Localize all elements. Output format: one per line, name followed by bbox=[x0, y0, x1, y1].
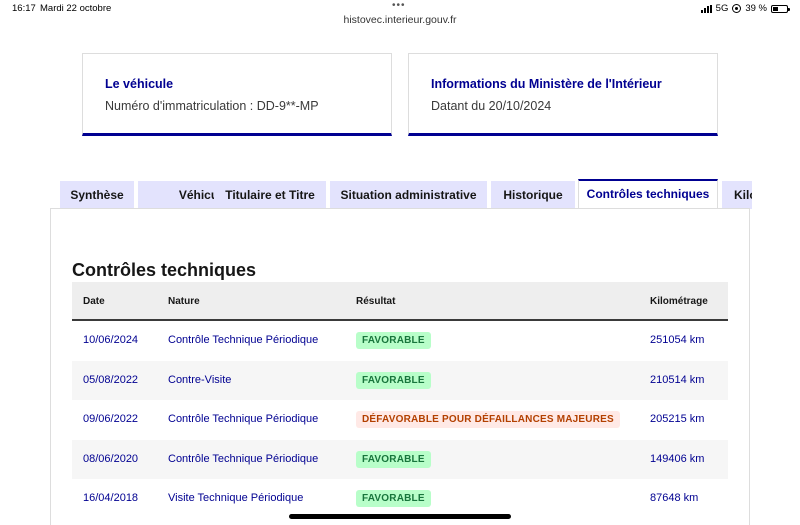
tab-titulaire[interactable]: Titulaire et Titre bbox=[214, 181, 326, 209]
status-time: 16:17 bbox=[12, 3, 36, 14]
tab-controles-techniques[interactable]: Contrôles techniques bbox=[578, 179, 718, 209]
result-badge: FAVORABLE bbox=[356, 332, 431, 349]
tab-kilometrage[interactable]: Kilométrage bbox=[722, 181, 752, 209]
table-row: 09/06/2022 Contrôle Technique Périodique… bbox=[72, 400, 728, 440]
row-date: 10/06/2024 bbox=[83, 334, 139, 346]
result-badge: FAVORABLE bbox=[356, 450, 431, 468]
section-title: Contrôles techniques bbox=[72, 260, 257, 280]
tab-synthese[interactable]: Synthèse bbox=[60, 181, 134, 209]
row-nature: Contrôle Technique Périodique bbox=[168, 452, 319, 465]
result-badge: FAVORABLE bbox=[356, 371, 431, 389]
data-date: Datant du 20/10/2024 bbox=[431, 99, 552, 113]
header-result: Résultat bbox=[356, 296, 396, 307]
registration-number: Numéro d'immatriculation : DD-9**-MP bbox=[105, 99, 319, 113]
battery-percent: 39 % bbox=[745, 3, 767, 14]
row-nature: Contre-Visite bbox=[168, 373, 232, 386]
row-km: 149406 km bbox=[650, 452, 705, 465]
table-row: 08/06/2020 Contrôle Technique Périodique… bbox=[72, 439, 728, 479]
ministry-card-title: Informations du Ministère de l'Intérieur bbox=[431, 77, 662, 91]
row-nature: Visite Technique Périodique bbox=[168, 492, 304, 504]
tab-situation-administrative[interactable]: Situation administrative bbox=[330, 181, 487, 209]
row-km: 251054 km bbox=[650, 334, 705, 346]
url-bar[interactable]: histovec.interieur.gouv.fr bbox=[0, 14, 800, 26]
row-km: 87648 km bbox=[650, 492, 699, 504]
ministry-card: Informations du Ministère de l'Intérieur… bbox=[408, 53, 718, 136]
row-nature: Contrôle Technique Périodique bbox=[168, 413, 319, 425]
row-date: 16/04/2018 bbox=[83, 492, 139, 504]
row-km: 205215 km bbox=[650, 413, 705, 425]
result-badge: FAVORABLE bbox=[356, 490, 431, 507]
header-date: Date bbox=[83, 296, 105, 307]
multitask-dots[interactable]: ••• bbox=[392, 0, 406, 11]
row-km: 210514 km bbox=[650, 373, 705, 386]
row-date: 09/06/2022 bbox=[83, 413, 139, 425]
row-nature: Contrôle Technique Périodique bbox=[168, 334, 319, 346]
battery-icon bbox=[771, 4, 790, 13]
home-indicator[interactable] bbox=[289, 514, 511, 519]
vehicle-card: Le véhicule Numéro d'immatriculation : D… bbox=[82, 53, 392, 136]
row-date: 05/08/2022 bbox=[83, 373, 139, 386]
network-type: 5G bbox=[715, 3, 729, 14]
table-row: 16/04/2018 Visite Technique Périodique F… bbox=[72, 479, 728, 519]
status-date: Mardi 22 octobre bbox=[40, 3, 112, 14]
table-row: 10/06/2024 Contrôle Technique Périodique… bbox=[72, 321, 728, 361]
location-icon bbox=[732, 4, 742, 13]
header-km: Kilométrage bbox=[650, 296, 708, 307]
header-nature: Nature bbox=[168, 296, 200, 307]
row-date: 08/06/2020 bbox=[83, 452, 139, 465]
table-header: Date Nature Résultat Kilométrage bbox=[72, 282, 728, 321]
vehicle-card-title: Le véhicule bbox=[105, 77, 174, 91]
controls-table: Date Nature Résultat Kilométrage 10/06/2… bbox=[72, 282, 728, 519]
tab-historique[interactable]: Historique bbox=[491, 181, 575, 209]
cellular-signal-icon bbox=[700, 4, 712, 13]
result-badge: DÉFAVORABLE POUR DÉFAILLANCES MAJEURES bbox=[356, 411, 620, 428]
tab-bar: Synthèse Véhicule Titulaire et Titre Sit… bbox=[60, 179, 752, 209]
table-row: 05/08/2022 Contre-Visite FAVORABLE 21051… bbox=[72, 360, 728, 400]
status-right: 5G 39 % bbox=[700, 3, 790, 14]
